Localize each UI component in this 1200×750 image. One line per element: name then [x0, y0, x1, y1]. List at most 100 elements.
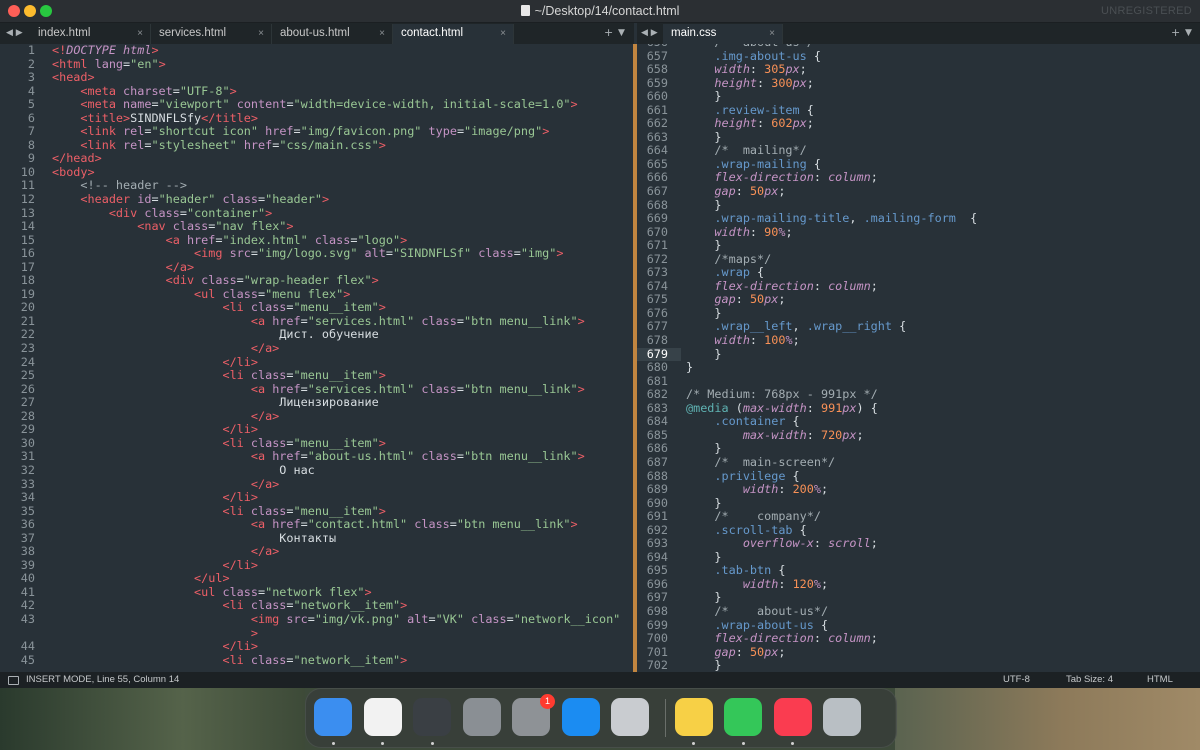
code-line[interactable]: .img-about-us {	[686, 49, 977, 64]
code-line[interactable]: <li class="menu__item">	[52, 504, 620, 519]
tab-index-html[interactable]: index.html ×	[30, 24, 151, 44]
code-line[interactable]: <li class="menu__item">	[52, 436, 620, 451]
close-tab-icon[interactable]: ×	[500, 24, 506, 43]
code-line[interactable]: }	[686, 360, 977, 375]
code-line[interactable]: }	[686, 306, 977, 321]
code-line[interactable]: >	[52, 626, 620, 641]
code-line[interactable]: Дист. обучение	[52, 328, 620, 342]
code-line[interactable]: height: 300px;	[686, 76, 977, 91]
trash-icon[interactable]	[823, 698, 861, 736]
iphone-mirroring-icon[interactable]	[611, 698, 649, 736]
code-line[interactable]: /* about-us*/	[686, 604, 977, 619]
finder-icon[interactable]	[314, 698, 352, 736]
code-line[interactable]: /* company*/	[686, 509, 977, 524]
code-line[interactable]: .wrap-mailing-title, .mailing-form {	[686, 211, 977, 226]
code-line[interactable]: @media (max-width: 991px) {	[686, 401, 977, 416]
code-line[interactable]: }	[686, 496, 977, 511]
code-line[interactable]: </a>	[52, 409, 620, 424]
code-line[interactable]: <title>SINDNFLSfy</title>	[52, 111, 620, 126]
code-line[interactable]: overflow-x: scroll;	[686, 536, 977, 551]
tab-nav-arrows-icon[interactable]: ◀ ▶	[641, 23, 658, 44]
code-line[interactable]: <!-- header -->	[52, 179, 620, 193]
close-tab-icon[interactable]: ×	[258, 24, 264, 43]
close-tab-icon[interactable]: ×	[137, 24, 143, 43]
code-line[interactable]: <meta name="viewport" content="width=dev…	[52, 97, 620, 112]
code-line[interactable]: О нас	[52, 463, 620, 478]
code-line[interactable]: <link rel="stylesheet" href="css/main.cs…	[52, 138, 620, 153]
code-line[interactable]: <ul class="menu flex">	[52, 287, 620, 302]
code-line[interactable]: }	[686, 658, 977, 672]
messages-icon[interactable]	[724, 698, 762, 736]
code-line[interactable]: .review-item {	[686, 103, 977, 118]
code-line[interactable]: gap: 50px;	[686, 645, 977, 660]
code-line[interactable]: }	[686, 591, 977, 605]
code-line[interactable]: </li>	[52, 639, 620, 654]
code-line[interactable]: <header id="header" class="header">	[52, 192, 620, 207]
system-settings-icon[interactable]: 1	[512, 694, 555, 736]
code-line[interactable]: .container {	[686, 415, 977, 429]
code-line[interactable]: .scroll-tab {	[686, 523, 977, 538]
code-line[interactable]: <img src="img/logo.svg" alt="SINDNFLSf" …	[52, 246, 620, 261]
tab-contact-html[interactable]: contact.html ×	[393, 24, 514, 44]
tab-services-html[interactable]: services.html ×	[151, 24, 272, 44]
code-line[interactable]: width: 305px;	[686, 62, 977, 77]
code-line[interactable]: </a>	[52, 260, 620, 275]
code-line[interactable]: .wrap-mailing {	[686, 157, 977, 172]
code-line[interactable]: </a>	[52, 477, 620, 492]
new-tab-plus-icon[interactable]: +	[1171, 23, 1180, 44]
tab-about-us-html[interactable]: about-us.html ×	[272, 24, 393, 44]
code-line[interactable]: </li>	[52, 355, 620, 370]
code-area[interactable]: /* about-us*/ .img-about-us { width: 305…	[686, 44, 977, 672]
code-line[interactable]: <li class="network__item">	[52, 599, 620, 613]
code-line[interactable]: flex-direction: column;	[686, 279, 977, 294]
code-line[interactable]: Лицензирование	[52, 395, 620, 410]
code-line[interactable]: <a href="services.html" class="btn menu_…	[52, 314, 620, 329]
code-line[interactable]: flex-direction: column;	[686, 631, 977, 646]
code-line[interactable]: </a>	[52, 341, 620, 356]
code-line[interactable]: <nav class="nav flex">	[52, 219, 620, 234]
code-line[interactable]: }	[686, 238, 977, 253]
sublime-text-icon[interactable]	[413, 698, 451, 736]
music-icon[interactable]	[773, 698, 812, 736]
code-line[interactable]: </head>	[52, 152, 620, 166]
code-line[interactable]: <html lang="en">	[52, 57, 620, 72]
code-line[interactable]: height: 602px;	[686, 117, 977, 131]
tab-nav-arrows-icon[interactable]: ◀ ▶	[6, 23, 23, 44]
code-line[interactable]: }	[686, 347, 977, 362]
new-tab-plus-icon[interactable]: +	[604, 23, 613, 44]
panel-toggle-icon[interactable]	[8, 676, 19, 685]
code-line[interactable]: max-width: 720px;	[686, 428, 977, 443]
code-line[interactable]: }	[686, 550, 977, 565]
code-line[interactable]: </li>	[52, 423, 620, 437]
code-line[interactable]: .tab-btn {	[686, 564, 977, 578]
code-line[interactable]: /* main-screen*/	[686, 455, 977, 470]
code-line[interactable]: gap: 50px;	[686, 293, 977, 307]
code-line[interactable]: </li>	[52, 558, 620, 573]
code-line[interactable]: <a href="contact.html" class="btn menu__…	[52, 517, 620, 532]
code-line[interactable]: <li class="menu__item">	[52, 301, 620, 315]
code-line[interactable]: gap: 50px;	[686, 184, 977, 199]
code-line[interactable]: <!DOCTYPE html>	[52, 44, 620, 58]
code-line[interactable]: <div class="wrap-header flex">	[52, 274, 620, 288]
code-line[interactable]: width: 200%;	[686, 482, 977, 497]
code-line[interactable]: .privilege {	[686, 469, 977, 484]
code-line[interactable]: /*maps*/	[686, 252, 977, 267]
code-line[interactable]: <link rel="shortcut icon" href="img/favi…	[52, 125, 620, 139]
code-line[interactable]: <li class="network__item">	[52, 653, 620, 668]
code-line[interactable]: /* mailing*/	[686, 144, 977, 158]
code-area[interactable]: <!DOCTYPE html> <html lang="en"> <head> <m…	[52, 44, 620, 667]
tab-list-chevron-icon[interactable]: ▼	[1185, 23, 1192, 44]
app-store-icon[interactable]	[561, 698, 600, 736]
code-line[interactable]: }	[686, 89, 977, 104]
editor-pane-html[interactable]: 1 2 3 4 5 6 7 8 9 10 11 12 13 14 15 16 17 18 19 20 21 22 23 24 2…	[0, 44, 633, 672]
code-line[interactable]: </li>	[52, 490, 620, 505]
code-line[interactable]: </ul>	[52, 572, 620, 586]
code-line[interactable]: }	[686, 130, 977, 145]
close-tab-icon[interactable]: ×	[769, 24, 775, 43]
tab-list-chevron-icon[interactable]: ▼	[618, 23, 625, 44]
code-line[interactable]: .wrap-about-us {	[686, 618, 977, 633]
tab-size-status[interactable]: Tab Size: 4	[1066, 672, 1113, 688]
code-line[interactable]: <a href="index.html" class="logo">	[52, 233, 620, 248]
code-line[interactable]: width: 100%;	[686, 333, 977, 348]
code-line[interactable]: flex-direction: column;	[686, 171, 977, 185]
